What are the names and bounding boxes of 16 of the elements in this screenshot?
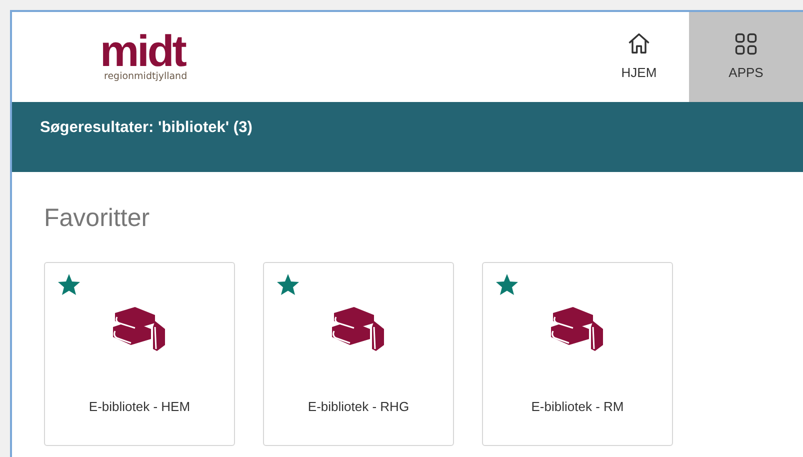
app-label: E-bibliotek - HEM xyxy=(88,398,190,416)
app-tile[interactable]: E-bibliotek - RM xyxy=(482,262,673,446)
nav-tab[interactable]: HJEM xyxy=(589,12,689,102)
apps-icon xyxy=(733,31,759,58)
nav-tab[interactable]: APPS xyxy=(689,12,803,102)
section-heading: Favoritter xyxy=(44,203,151,234)
star-icon[interactable] xyxy=(276,272,300,296)
app-tile[interactable]: E-bibliotek - RHG xyxy=(263,262,454,446)
logo-tagline: regionmidtjylland xyxy=(104,72,188,82)
star-icon[interactable] xyxy=(495,272,519,296)
star-icon[interactable] xyxy=(57,272,81,296)
app-label: E-bibliotek - RM xyxy=(531,398,624,416)
app-label: E-bibliotek - RHG xyxy=(308,398,410,416)
app-tile[interactable]: E-bibliotek - HEM xyxy=(44,262,235,446)
logo-wordmark: midt xyxy=(100,32,186,72)
search-results-title: Søgeresultater: 'bibliotek' (3) xyxy=(40,119,252,136)
